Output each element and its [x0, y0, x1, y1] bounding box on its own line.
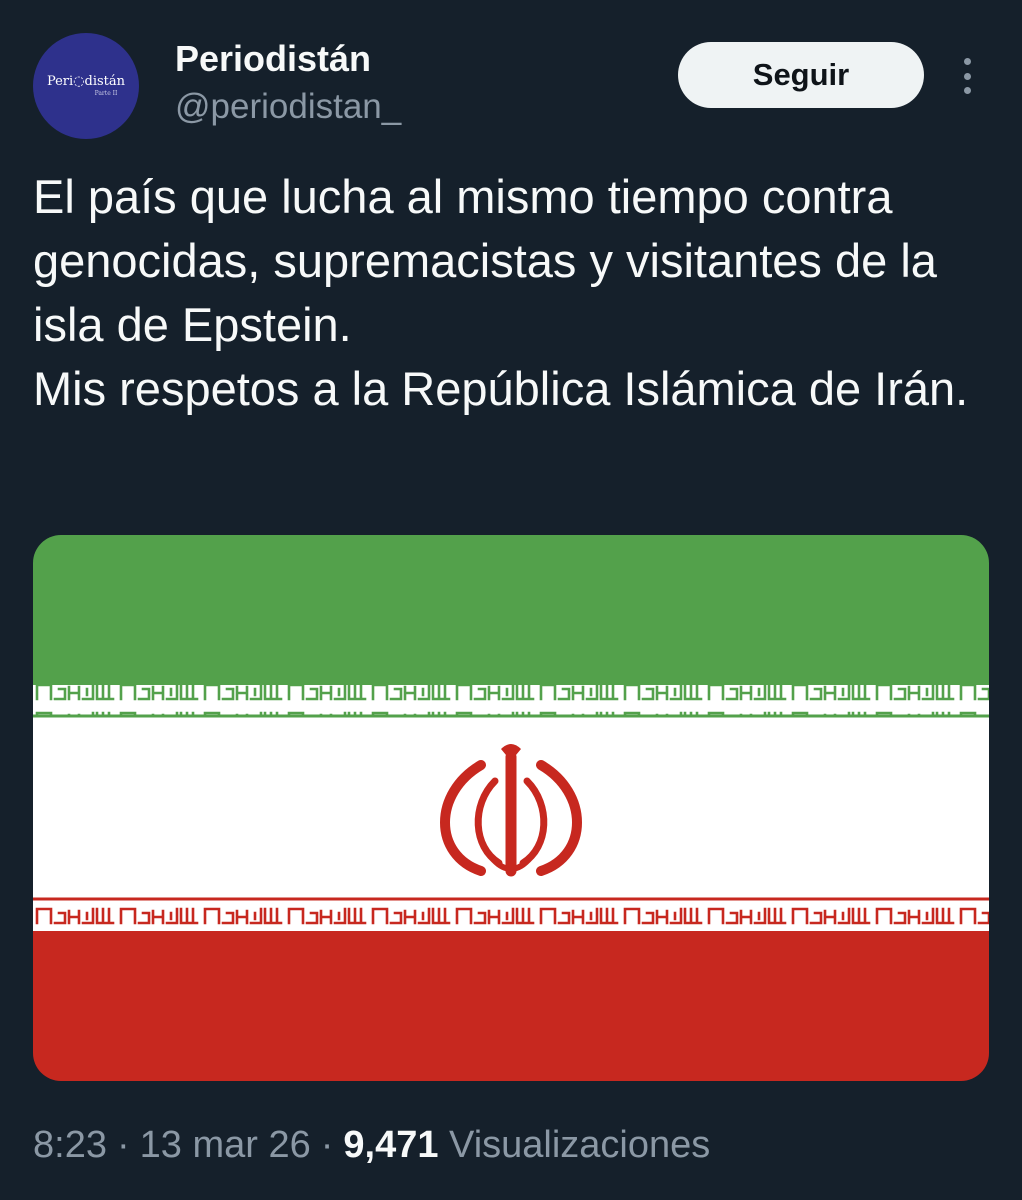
- more-dot: [963, 58, 971, 65]
- tweet-meta: 8:23 · 13 mar 26 · 9,471 Visualizaciones: [33, 1118, 710, 1172]
- flag-stripe-red: [33, 931, 989, 1081]
- tweet-text: El país que lucha al mismo tiempo contra…: [33, 165, 993, 421]
- follow-button[interactable]: Seguir: [678, 42, 924, 108]
- more-options-icon[interactable]: [952, 54, 982, 98]
- more-dot: [963, 72, 971, 80]
- tweet-text-line: El país que lucha al mismo tiempo contra…: [33, 170, 937, 351]
- author-handle[interactable]: @periodistan_: [175, 86, 401, 128]
- flag-kufic-border-top: [33, 685, 989, 715]
- tweet-time[interactable]: 8:23: [33, 1124, 107, 1166]
- views-label: Visualizaciones: [449, 1124, 711, 1166]
- tweet-media-image[interactable]: [33, 535, 989, 1081]
- avatar-logo-text: Peri◌distán: [46, 74, 126, 89]
- iran-flag-image: [33, 535, 989, 1081]
- author-display-name[interactable]: Periodistán: [175, 38, 371, 80]
- more-dot: [963, 87, 971, 94]
- tweet: Peri◌distán Parte II Periodistán @period…: [0, 0, 1022, 1200]
- flag-kufic-border-bottom: [33, 901, 989, 931]
- views-count[interactable]: 9,471: [343, 1124, 438, 1166]
- avatar-sub-text: Parte II: [94, 90, 118, 97]
- tweet-date[interactable]: 13 mar 26: [140, 1124, 311, 1166]
- meta-separator: ·: [320, 1124, 334, 1166]
- avatar[interactable]: Peri◌distán Parte II: [33, 33, 139, 139]
- meta-separator: ·: [116, 1124, 130, 1166]
- tweet-text-line: Mis respetos a la República Islámica de …: [33, 362, 969, 415]
